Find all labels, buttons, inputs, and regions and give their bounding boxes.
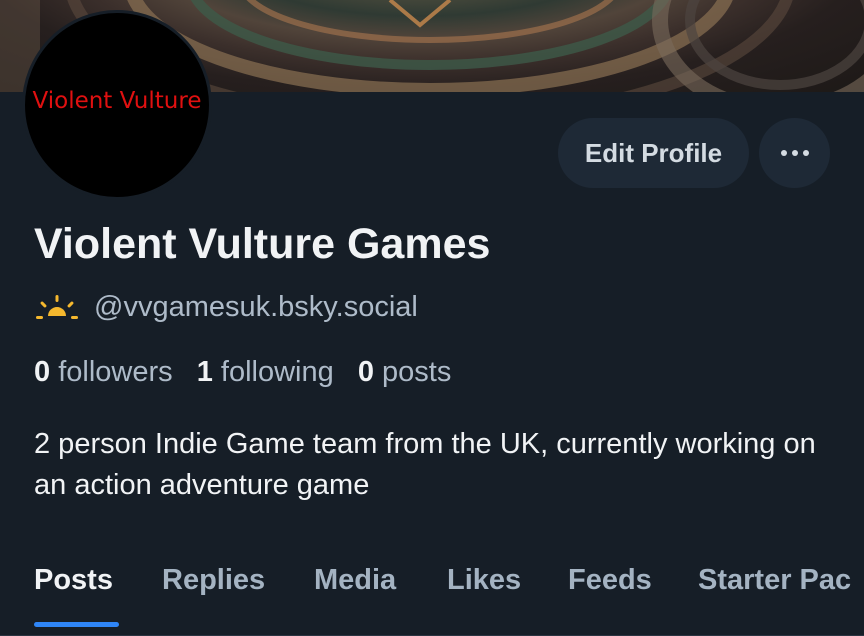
ellipsis-icon-dot <box>802 150 809 156</box>
avatar[interactable]: Violent Vulture <box>22 10 212 200</box>
followers-label: followers <box>58 356 173 388</box>
tab-posts[interactable]: Posts <box>34 564 113 597</box>
profile-stats: 0 followers 1 following 0 posts <box>34 356 467 389</box>
tab-replies[interactable]: Replies <box>162 564 265 597</box>
profile-bio: 2 person Indie Game team from the UK, cu… <box>34 428 816 501</box>
followers-count: 0 <box>34 356 51 388</box>
posts-label: posts <box>382 356 452 388</box>
display-name: Violent Vulture Games <box>34 220 491 268</box>
tab-starter-packs[interactable]: Starter Pac <box>698 564 851 597</box>
posts-count: 0 <box>357 356 374 388</box>
ellipsis-icon-dot <box>791 150 798 156</box>
tab-media[interactable]: Media <box>314 564 396 597</box>
avatar-logo-text: Violent Vulture <box>32 88 202 114</box>
profile-tabs: Posts Replies Media Likes Feeds Starter … <box>0 560 864 636</box>
more-options-button[interactable] <box>759 118 830 188</box>
following-count: 1 <box>196 356 213 388</box>
following-label: following <box>220 356 334 388</box>
tab-feeds[interactable]: Feeds <box>568 564 652 597</box>
active-tab-indicator <box>34 622 119 627</box>
edit-profile-button[interactable]: Edit Profile <box>558 118 749 188</box>
following-link[interactable]: 1 following <box>197 356 334 388</box>
posts-stat: 0 posts <box>358 356 452 388</box>
sunrise-icon <box>36 295 78 319</box>
followers-link[interactable]: 0 followers <box>34 356 173 388</box>
handle-row: @vvgamesuk.bsky.social <box>36 287 418 327</box>
tab-likes[interactable]: Likes <box>447 564 521 597</box>
ellipsis-icon <box>780 150 787 156</box>
profile-handle: @vvgamesuk.bsky.social <box>94 290 418 323</box>
